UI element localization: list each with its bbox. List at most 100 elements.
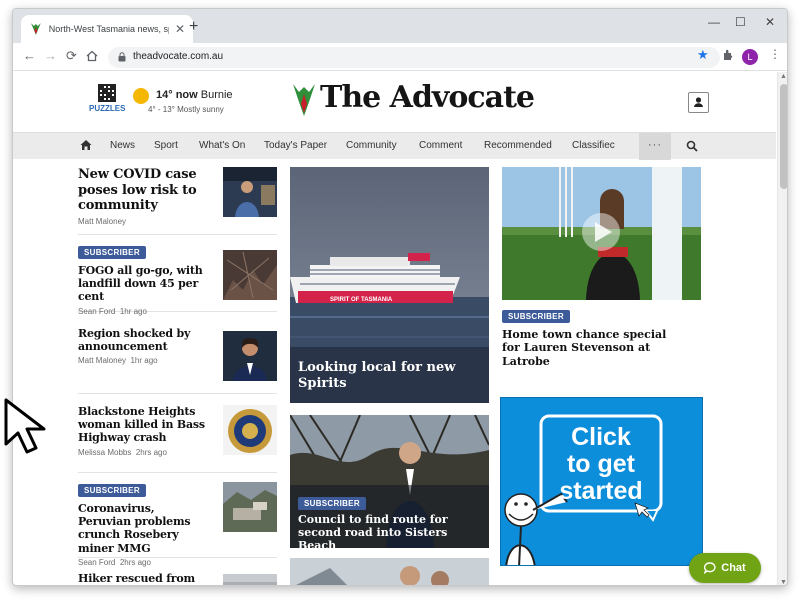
story-title[interactable]: Looking local for new Spirits: [298, 360, 478, 391]
scroll-thumb[interactable]: [780, 84, 787, 189]
nav-item-recommended[interactable]: Recommended: [484, 140, 552, 151]
story-author: Sean Ford: [78, 557, 116, 567]
forward-button[interactable]: →: [44, 47, 57, 65]
weather-now[interactable]: 14° now Burnie: [156, 89, 233, 101]
police-badge-thumbnail[interactable]: [223, 405, 277, 455]
browser-toolbar: ← → ⟳ theadvocate.com.au: [13, 43, 787, 71]
browser-menu-icon[interactable]: ⋮: [769, 47, 781, 61]
user-icon: [694, 97, 703, 107]
tab-close-icon[interactable]: ✕: [175, 22, 185, 36]
nav-item-sport[interactable]: Sport: [154, 140, 178, 151]
tab-title: North-West Tasmania news, spor: [48, 24, 169, 34]
nav-item-classifieds[interactable]: Classifiec: [572, 140, 615, 151]
story-partial-image[interactable]: [290, 558, 489, 585]
story-lauren[interactable]: SUBSCRIBER Home town chance special for …: [502, 306, 701, 368]
page-scrollbar[interactable]: ▲ ▼: [777, 72, 787, 585]
url-text: theadvocate.com.au: [133, 51, 224, 62]
chat-bubble-icon: [704, 562, 716, 574]
ship-name-label: SPIRIT OF TASMANIA: [330, 297, 393, 303]
logo-emblem-icon: [293, 84, 315, 116]
story-author: Melissa Mobbs: [78, 447, 132, 457]
address-bar[interactable]: theadvocate.com.au: [108, 47, 720, 68]
story-blackstone[interactable]: Blackstone Heights woman killed in Bass …: [78, 405, 277, 473]
nav-item-todays-paper[interactable]: Today's Paper: [264, 140, 327, 151]
story-image: [290, 558, 489, 585]
website-viewport: PUZZLES 14° now Burnie 4° - 13° Mostly s…: [13, 72, 787, 586]
sport-image: [502, 167, 701, 300]
site-logo[interactable]: The Advocate: [290, 78, 535, 120]
browser-window: North-West Tasmania news, spor ✕ + — ☐ ✕…: [12, 8, 788, 586]
logo-wordmark: The Advocate: [320, 80, 535, 115]
story-title[interactable]: New COVID case poses low risk to communi…: [78, 167, 198, 214]
story-region[interactable]: Region shocked by announcement Matt Malo…: [78, 327, 277, 394]
chat-button[interactable]: Chat: [689, 553, 761, 583]
story-title[interactable]: Hiker rescued from: [78, 572, 208, 585]
story-author: Matt Maloney: [78, 356, 127, 366]
scroll-down-icon[interactable]: ▼: [780, 579, 787, 585]
ad-line-2: to get: [566, 450, 636, 478]
ad-text: Click to get started: [549, 424, 653, 505]
sun-icon: [133, 88, 149, 104]
nav-item-news[interactable]: News: [110, 140, 135, 151]
account-button[interactable]: [688, 92, 709, 113]
back-button[interactable]: ←: [23, 47, 36, 65]
subscriber-badge: SUBSCRIBER: [502, 310, 570, 323]
home-icon[interactable]: [80, 139, 92, 151]
subscriber-badge: SUBSCRIBER: [78, 484, 146, 497]
puzzles-link[interactable]: PUZZLES: [89, 84, 125, 113]
story-title[interactable]: Council to find route for second road in…: [298, 513, 478, 548]
story-title[interactable]: Coronavirus, Peruvian problems crunch Ro…: [78, 502, 208, 555]
search-icon[interactable]: [686, 140, 698, 152]
nav-item-community[interactable]: Community: [346, 140, 397, 151]
story-thumbnail[interactable]: [223, 482, 277, 532]
story-time: 2hrs ago: [135, 447, 167, 457]
subscriber-badge: SUBSCRIBER: [78, 246, 146, 259]
puzzles-label: PUZZLES: [89, 104, 126, 113]
story-spirits[interactable]: SPIRIT OF TASMANIA Looking local for new…: [290, 167, 489, 403]
weather-place: Burnie: [200, 89, 233, 101]
browser-tab[interactable]: North-West Tasmania news, spor ✕: [21, 15, 193, 43]
scroll-up-icon[interactable]: ▲: [780, 73, 787, 80]
story-thumbnail[interactable]: [223, 574, 277, 586]
close-window-button[interactable]: ✕: [765, 15, 775, 29]
new-tab-button[interactable]: +: [189, 18, 198, 36]
story-thumbnail[interactable]: [223, 167, 277, 217]
story-time: 1hr ago: [130, 356, 158, 366]
story-author: Sean Ford: [78, 306, 116, 316]
profile-avatar[interactable]: L: [742, 49, 758, 65]
story-fogo[interactable]: SUBSCRIBER FOGO all go-go, with landfill…: [78, 242, 277, 316]
nav-more-button[interactable]: ···: [639, 133, 671, 160]
nav-item-whats-on[interactable]: What's On: [199, 140, 245, 151]
nav-item-comment[interactable]: Comment: [419, 140, 462, 151]
minimize-button[interactable]: —: [708, 15, 720, 29]
story-title[interactable]: FOGO all go-go, with landfill down 45 pe…: [78, 264, 214, 304]
story-thumbnail[interactable]: [223, 331, 277, 381]
story-time: 2hrs ago: [119, 557, 151, 567]
story-hiker[interactable]: Hiker rescued from: [78, 572, 277, 586]
reload-button[interactable]: ⟳: [66, 47, 77, 65]
extensions-icon[interactable]: [722, 49, 734, 61]
story-mmg[interactable]: SUBSCRIBER Coronavirus, Peruvian problem…: [78, 480, 277, 567]
story-lauren-image[interactable]: [502, 167, 701, 300]
bookmark-star-icon[interactable]: ★: [697, 47, 709, 63]
subscriber-badge: SUBSCRIBER: [298, 497, 366, 510]
ad-line-3: started: [559, 477, 643, 505]
maximize-button[interactable]: ☐: [735, 15, 746, 29]
ad-line-1: Click: [571, 423, 631, 451]
story-thumbnail[interactable]: [223, 250, 277, 300]
story-covid[interactable]: New COVID case poses low risk to communi…: [78, 167, 277, 235]
lock-icon: [118, 52, 126, 62]
story-title[interactable]: Home town chance special for Lauren Stev…: [502, 328, 677, 368]
page: North-West Tasmania news, spor ✕ + — ☐ ✕…: [0, 0, 800, 600]
story-title[interactable]: Blackstone Heights woman killed in Bass …: [78, 405, 208, 445]
mouse-cursor-icon: [4, 398, 46, 454]
story-time: 1hr ago: [119, 306, 147, 316]
weather-temp: 14° now: [156, 89, 198, 101]
home-browser-icon[interactable]: [86, 50, 98, 62]
ad-banner[interactable]: Click to get started: [500, 397, 703, 566]
site-nav: News Sport What's On Today's Paper Commu…: [13, 132, 776, 160]
advocate-favicon-icon: [30, 23, 41, 35]
story-title[interactable]: Region shocked by announcement: [78, 327, 208, 353]
story-sisters-beach[interactable]: SUBSCRIBER Council to find route for sec…: [290, 415, 489, 548]
chat-label: Chat: [721, 562, 746, 574]
